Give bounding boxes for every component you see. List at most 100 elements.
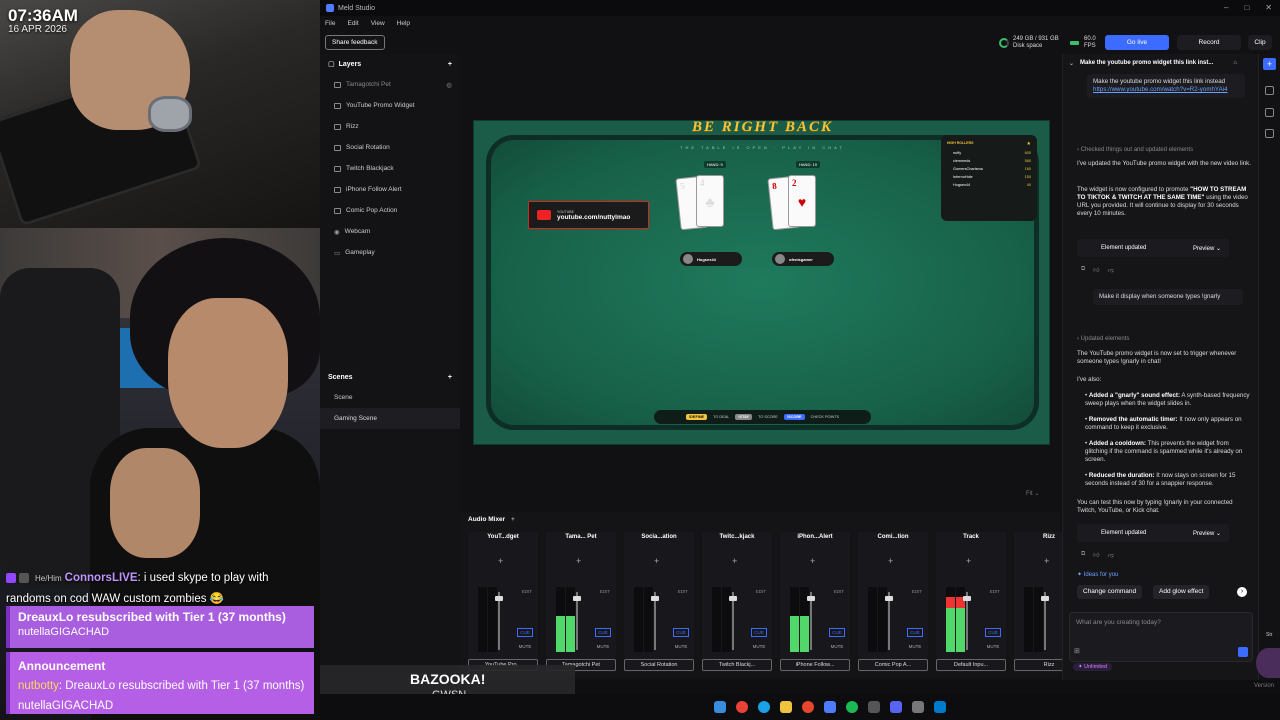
channel-name[interactable]: Comi...tion (858, 532, 928, 543)
cue-button[interactable]: CUE (751, 628, 767, 637)
volume-fader-handle[interactable] (573, 596, 581, 601)
volume-fader-handle[interactable] (807, 596, 815, 601)
edit-button[interactable]: EDIT (522, 589, 532, 594)
layer-item[interactable]: Tamagotchi Pet ◍ (320, 74, 460, 95)
add-audio-button[interactable]: + (511, 516, 515, 523)
copy-icon[interactable]: ⧉ (1081, 551, 1085, 559)
vscode-icon[interactable] (934, 701, 946, 713)
layer-item[interactable]: ◉ Webcam (320, 221, 460, 242)
layer-item[interactable]: Twitch Blackjack (320, 158, 460, 179)
assistant-step[interactable]: › Checked things out and updated element… (1077, 147, 1193, 153)
source-select[interactable]: Comic Pop A... (858, 659, 928, 671)
source-select[interactable]: Twitch Blackj... (702, 659, 772, 671)
cue-button[interactable]: CUE (673, 628, 689, 637)
volume-fader-handle[interactable] (885, 596, 893, 601)
clip-button[interactable]: Clip (1248, 35, 1272, 50)
menu-edit[interactable]: Edit (347, 20, 358, 27)
file-explorer-icon[interactable] (780, 701, 792, 713)
fit-zoom-dropdown[interactable]: Fit ⌄ (1026, 490, 1039, 497)
add-filter-button[interactable]: + (810, 556, 815, 566)
add-filter-button[interactable]: + (576, 556, 581, 566)
cue-button[interactable]: CUE (595, 628, 611, 637)
menu-file[interactable]: File (325, 20, 335, 27)
mute-button[interactable]: MUTE (907, 643, 923, 651)
suggestion-chip[interactable]: Add glow effect (1153, 585, 1210, 599)
channel-name[interactable]: Socia...ation (624, 532, 694, 543)
maximize-icon[interactable]: □ (1244, 3, 1249, 12)
add-filter-button[interactable]: + (888, 556, 893, 566)
video-link[interactable]: https://www.youtube.com/watch?v=R2-yomhY… (1093, 86, 1228, 93)
scene-item-selected[interactable]: Gaming Scene (320, 408, 460, 429)
thumbs-up-icon[interactable]: 👍︎ (1093, 266, 1099, 274)
edit-button[interactable]: EDIT (990, 589, 1000, 594)
preview-dropdown[interactable]: Preview ⌄ (1193, 245, 1221, 252)
discord-icon[interactable] (890, 701, 902, 713)
volume-fader-handle[interactable] (651, 596, 659, 601)
edit-button[interactable]: EDIT (678, 589, 688, 594)
record-button[interactable]: Record (1177, 35, 1241, 50)
mute-button[interactable]: MUTE (673, 643, 689, 651)
assistant-icon[interactable] (1265, 86, 1274, 95)
menu-help[interactable]: Help (397, 20, 410, 27)
spotify-icon[interactable] (846, 701, 858, 713)
app-icon[interactable] (912, 701, 924, 713)
scene-preview[interactable]: BE RIGHT BACK THE TABLE IS OPEN · PLAY I… (473, 119, 1050, 445)
edit-button[interactable]: EDIT (912, 589, 922, 594)
share-feedback-button[interactable]: Share feedback (325, 35, 385, 50)
channel-name[interactable]: iPhon...Alert (780, 532, 850, 543)
layer-item[interactable]: YouTube Promo Widget (320, 95, 460, 116)
volume-fader-handle[interactable] (1041, 596, 1049, 601)
channel-name[interactable]: Tama... Pet (546, 532, 616, 543)
scene-item[interactable]: Scene (320, 387, 460, 408)
layer-item[interactable]: ▭ Gameplay (320, 242, 460, 263)
close-icon[interactable]: ✕ (1265, 3, 1272, 12)
source-select[interactable]: iPhone Follow... (780, 659, 850, 671)
mute-button[interactable]: MUTE (829, 643, 845, 651)
preview-dropdown[interactable]: Preview ⌄ (1193, 530, 1221, 537)
add-filter-button[interactable]: + (732, 556, 737, 566)
cue-button[interactable]: CUE (985, 628, 1001, 637)
cue-button[interactable]: CUE (517, 628, 533, 637)
comment-icon[interactable] (1265, 108, 1274, 117)
assistant-step[interactable]: › Updated elements (1077, 336, 1129, 342)
more-suggestions-icon[interactable]: › (1237, 587, 1247, 597)
add-filter-button[interactable]: + (498, 556, 503, 566)
edge-icon[interactable] (758, 701, 770, 713)
add-filter-button[interactable]: + (966, 556, 971, 566)
source-select[interactable]: Default Inpu... (936, 659, 1006, 671)
home-icon[interactable]: ⌂ (1233, 60, 1237, 66)
prompt-input[interactable]: What are you creating today? ⊞ (1069, 612, 1253, 662)
cue-button[interactable]: CUE (907, 628, 923, 637)
copy-icon[interactable]: ⧉ (1081, 266, 1085, 274)
edit-button[interactable]: EDIT (756, 589, 766, 594)
obs-icon[interactable] (802, 701, 814, 713)
start-icon[interactable] (714, 701, 726, 713)
layer-item[interactable]: Comic Pop Action (320, 200, 460, 221)
source-select[interactable]: Social Rotation (624, 659, 694, 671)
suggestion-chip[interactable]: Change command (1077, 585, 1143, 599)
edit-button[interactable]: EDIT (600, 589, 610, 594)
attach-icon[interactable]: ⊞ (1074, 647, 1080, 655)
mute-button[interactable]: MUTE (595, 643, 611, 651)
meld-studio-icon[interactable] (824, 701, 836, 713)
menu-view[interactable]: View (371, 20, 385, 27)
go-live-button[interactable]: Go live (1105, 35, 1169, 50)
channel-name[interactable]: Track (936, 532, 1006, 543)
mute-button[interactable]: MUTE (985, 643, 1001, 651)
chrome-icon[interactable] (736, 701, 748, 713)
volume-fader-handle[interactable] (963, 596, 971, 601)
channel-name[interactable]: Twitc...kjack (702, 532, 772, 543)
thumbs-down-icon[interactable]: 👎︎ (1108, 266, 1114, 274)
mute-button[interactable]: MUTE (517, 643, 533, 651)
hidden-eye-icon[interactable]: ◍ (446, 81, 452, 89)
layer-item[interactable]: Rizz (320, 116, 460, 137)
add-layer-button[interactable]: + (448, 61, 452, 68)
layer-item[interactable]: Social Rotation (320, 137, 460, 158)
layer-item[interactable]: iPhone Follow Alert (320, 179, 460, 200)
add-filter-button[interactable]: + (1044, 556, 1049, 566)
app-icon[interactable] (868, 701, 880, 713)
thumbs-down-icon[interactable]: 👎︎ (1108, 551, 1114, 559)
properties-icon[interactable] (1265, 129, 1274, 138)
volume-fader-handle[interactable] (729, 596, 737, 601)
mute-button[interactable]: MUTE (751, 643, 767, 651)
